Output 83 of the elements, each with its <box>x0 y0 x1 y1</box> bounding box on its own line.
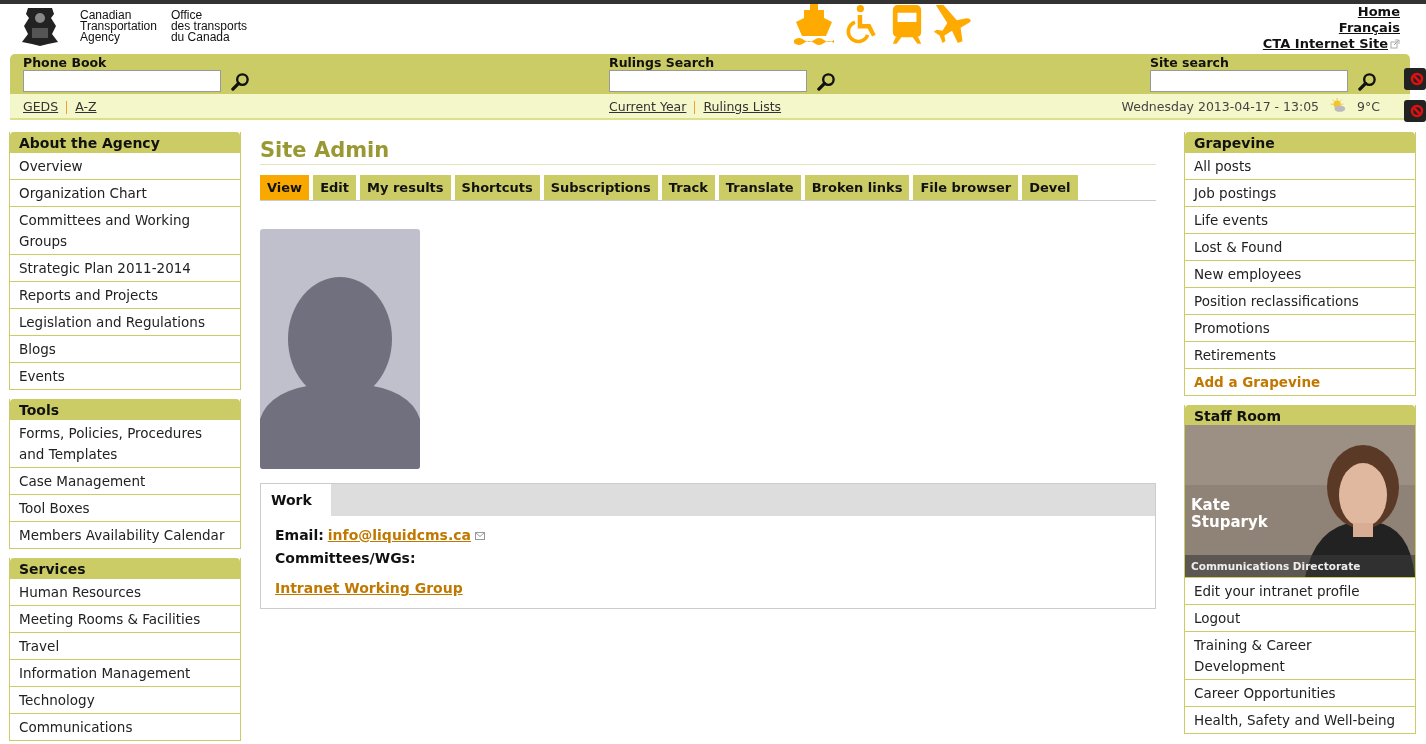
sidebar-item[interactable]: Organization Chart <box>10 179 240 206</box>
sidebar-item[interactable]: Technology <box>10 686 240 713</box>
search-field[interactable] <box>23 70 221 92</box>
quick-link[interactable]: Current Year <box>609 98 687 114</box>
search-field[interactable] <box>1150 70 1348 92</box>
agency-name-french: Office des transports du Canada <box>170 10 247 43</box>
tab[interactable]: Devel <box>1022 175 1078 200</box>
quick-link[interactable]: A-Z <box>75 98 97 114</box>
sidebar-item[interactable]: Strategic Plan 2011-2014 <box>10 254 240 281</box>
tab[interactable]: My results <box>360 175 451 200</box>
quick-link[interactable]: Rulings Lists <box>703 98 782 114</box>
quick-link[interactable]: GEDS <box>23 98 59 114</box>
sidebar-item[interactable]: Travel <box>10 632 240 659</box>
sidebar-heading: Tools <box>10 399 240 419</box>
sidebar-item[interactable]: Overview <box>10 152 240 179</box>
sidebar-item[interactable]: Promotions <box>1185 314 1415 341</box>
sidebar-item[interactable]: Human Resources <box>10 578 240 605</box>
tab[interactable]: View <box>260 175 310 200</box>
header-link[interactable]: Français <box>1338 20 1400 36</box>
email-link[interactable]: info@liquidcms.ca <box>327 524 471 547</box>
sidebar-item[interactable]: Training & Career Development <box>1185 631 1415 679</box>
search-icon[interactable] <box>1358 71 1377 91</box>
sidebar-item[interactable]: Forms, Policies, Procedures and Templates <box>10 419 240 467</box>
sidebar-item[interactable]: Events <box>10 362 240 389</box>
envelope-icon <box>474 531 485 540</box>
avatar-silhouette-icon <box>260 229 420 469</box>
sidebar-item[interactable]: New employees <box>1185 260 1415 287</box>
sidebar-item[interactable]: Reports and Projects <box>10 281 240 308</box>
blocked-icon[interactable] <box>1404 100 1426 122</box>
sidebar-item[interactable]: Members Availability Calendar <box>10 521 240 548</box>
search-label: Site search <box>1150 56 1230 70</box>
sidebar-item[interactable]: Legislation and Regulations <box>10 308 240 335</box>
sidebar-item[interactable]: Life events <box>1185 206 1415 233</box>
sidebar-heading: About the Agency <box>10 132 240 152</box>
blocked-icon[interactable] <box>1404 68 1426 90</box>
committee-link[interactable]: Intranet Working Group <box>275 577 463 600</box>
search-icon[interactable] <box>231 71 250 91</box>
train-icon <box>890 2 924 46</box>
sidebar-item[interactable]: Blogs <box>10 335 240 362</box>
sidebar-item[interactable]: Lost & Found <box>1185 233 1415 260</box>
header-link[interactable]: Home <box>1357 4 1400 20</box>
sidebar-item[interactable]: Career Opportunities <box>1185 679 1415 706</box>
temperature: 9°C <box>1357 98 1380 114</box>
sidebar-item[interactable]: All posts <box>1185 152 1415 179</box>
tab[interactable]: Shortcuts <box>454 175 540 200</box>
airplane-icon <box>932 2 974 46</box>
tab[interactable]: Broken links <box>804 175 910 200</box>
sidebar-heading: Grapevine <box>1185 132 1415 152</box>
add-link[interactable]: Add a Grapevine <box>1185 368 1415 395</box>
sidebar-item[interactable]: Health, Safety and Well-being <box>1185 706 1415 733</box>
sidebar-item[interactable]: Case Management <box>10 467 240 494</box>
sidebar-item[interactable]: Logout <box>1185 604 1415 631</box>
sidebar-item[interactable]: Retirements <box>1185 341 1415 368</box>
search-icon[interactable] <box>817 71 836 91</box>
header-link[interactable]: CTA Internet Site <box>1262 36 1400 52</box>
page-title: Site Admin <box>260 138 1156 165</box>
sidebar-item[interactable]: Position reclassifications <box>1185 287 1415 314</box>
profile-tab[interactable]: Work <box>261 484 331 516</box>
sidebar-item[interactable]: Committees and Working Groups <box>10 206 240 254</box>
tab[interactable]: File browser <box>913 175 1019 200</box>
field-label: Committees/WGs: <box>275 549 416 568</box>
staff-caption: Communications Directorate <box>1191 560 1361 572</box>
sidebar-heading: Services <box>10 558 240 578</box>
search-label: Phone Book <box>23 56 108 70</box>
date-time: Wednesday 2013-04-17 - 13:05 <box>1121 98 1320 114</box>
sidebar-item[interactable]: Edit your intranet profile <box>1185 577 1415 604</box>
tab[interactable]: Track <box>661 175 715 200</box>
search-field[interactable] <box>609 70 807 92</box>
weather-icon <box>1329 97 1348 115</box>
sidebar-item[interactable]: Meeting Rooms & Facilities <box>10 605 240 632</box>
tab[interactable]: Subscriptions <box>543 175 658 200</box>
agency-name: Canadian Transportation Agency <box>80 10 157 43</box>
sidebar-item[interactable]: Job postings <box>1185 179 1415 206</box>
sidebar-heading: Staff Room <box>1185 405 1415 425</box>
tab[interactable]: Translate <box>718 175 801 200</box>
search-label: Rulings Search <box>609 56 716 70</box>
sidebar-item[interactable]: Communications <box>10 713 240 740</box>
tab[interactable]: Edit <box>313 175 356 200</box>
sidebar-item[interactable]: Tool Boxes <box>10 494 240 521</box>
sidebar-item[interactable]: Information Management <box>10 659 240 686</box>
external-link-icon <box>1390 39 1400 49</box>
staff-name: Kate Stuparyk <box>1191 497 1268 531</box>
field-label: Email: <box>275 526 324 545</box>
